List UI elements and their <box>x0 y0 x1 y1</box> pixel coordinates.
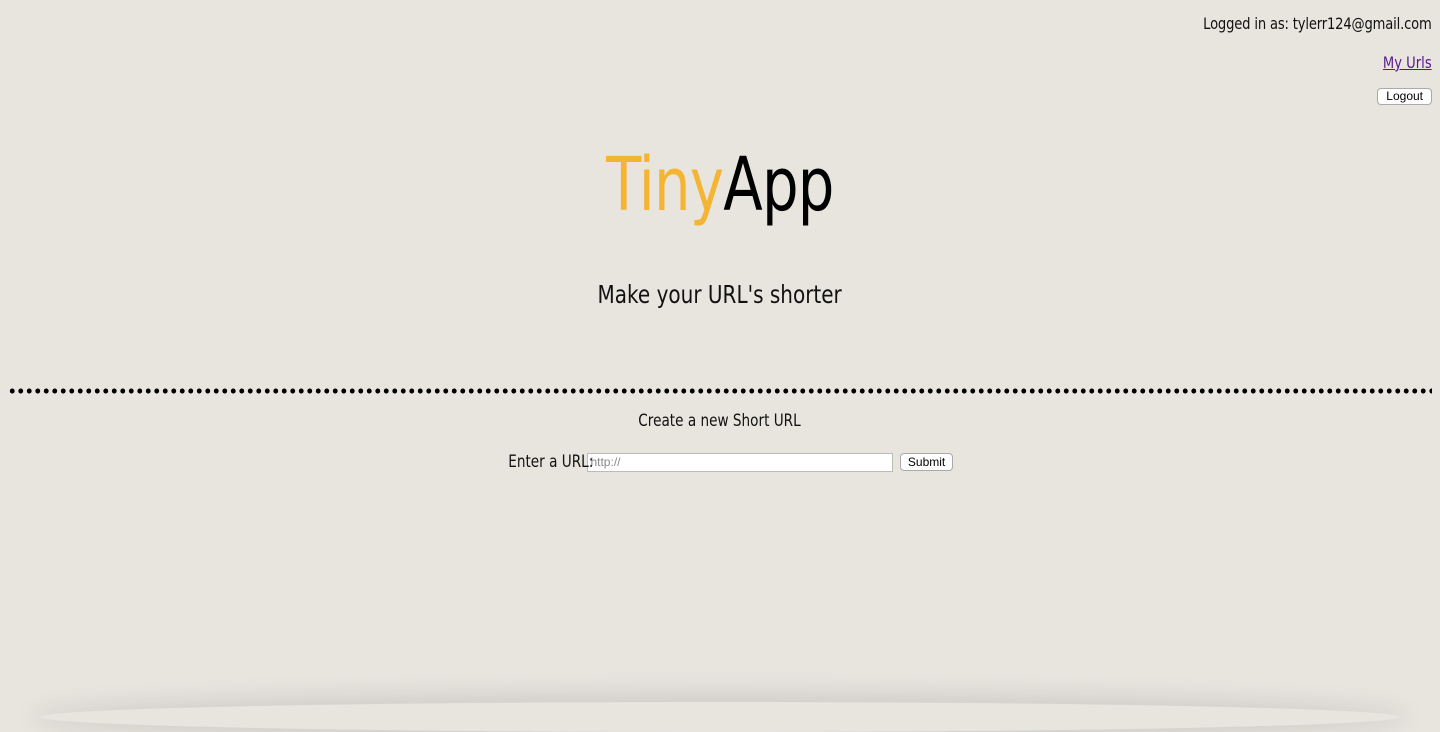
logo-tiny: Tiny <box>606 142 724 228</box>
my-urls-link[interactable]: My Urls <box>1204 53 1432 72</box>
tagline-text: Make your URL's shorter <box>597 280 843 309</box>
tagline: Make your URL's shorter <box>0 280 1440 309</box>
app-logo: TinyApp <box>0 140 1440 230</box>
logout-button[interactable]: Logout <box>1377 88 1432 105</box>
url-label: Enter a URL: <box>507 452 594 472</box>
logo-app: App <box>723 142 834 228</box>
dotted-divider <box>8 387 1432 395</box>
user-header: Logged in as: tylerr124@gmail.com My Url… <box>1153 14 1432 105</box>
create-section-title: Create a new Short URL <box>0 411 1440 431</box>
logged-in-status: Logged in as: tylerr124@gmail.com <box>1203 14 1433 33</box>
submit-button[interactable]: Submit <box>899 453 954 471</box>
create-title-text: Create a new Short URL <box>638 411 802 431</box>
bottom-shadow <box>40 702 1400 732</box>
create-url-form: Enter a URL: Submit <box>0 452 1440 472</box>
url-input[interactable] <box>587 452 894 472</box>
